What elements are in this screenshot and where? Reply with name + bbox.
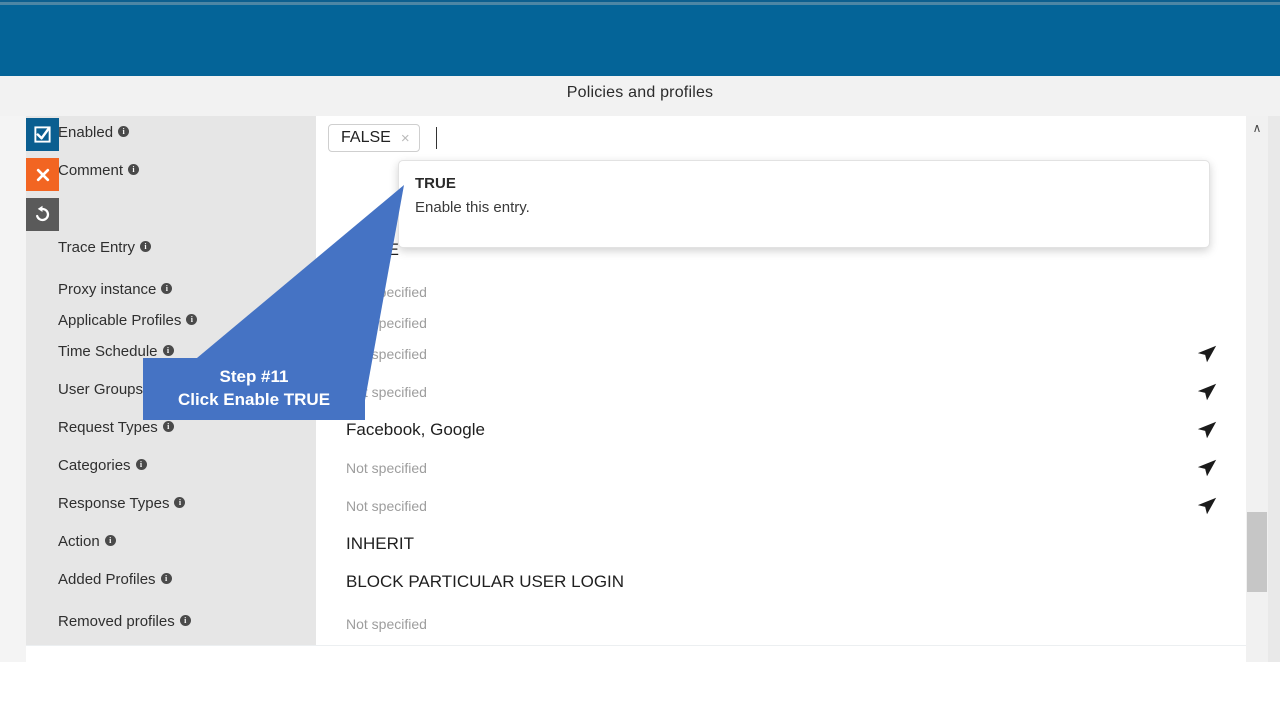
callout-step-annotation: Step #11 Click Enable TRUE <box>143 358 365 420</box>
field-value-text: Not specified <box>346 460 427 476</box>
field-value-text: FALSE <box>346 240 399 259</box>
field-value[interactable]: Not specified <box>316 304 1254 335</box>
field-label-text: Added Profiles <box>58 571 156 588</box>
callout-line-1: Step #11 <box>219 367 289 387</box>
selected-tag-label: FALSE <box>341 129 391 146</box>
form-row: Added Profiles i BLOCK PARTICULAR USER LOG… <box>26 563 1254 606</box>
field-value[interactable]: Not specified <box>316 273 1254 304</box>
scroll-up-icon[interactable]: ∧ <box>1246 118 1268 138</box>
field-label: Response Types i <box>26 487 316 525</box>
dropdown-option-true-description: Enable this entry. <box>415 199 530 216</box>
field-value[interactable]: BLOCK PARTICULAR USER LOGIN <box>316 563 1254 605</box>
text-cursor <box>435 127 437 149</box>
info-icon[interactable]: i <box>118 126 130 137</box>
vertical-scrollbar[interactable]: ∧ <box>1246 116 1268 662</box>
info-icon[interactable]: i <box>174 497 186 508</box>
scrollbar-thumb[interactable] <box>1247 512 1267 592</box>
callout-line-2: Click Enable TRUE <box>177 390 331 409</box>
field-value[interactable]: Not specified <box>316 335 1254 373</box>
info-icon[interactable]: i <box>160 573 172 584</box>
field-label-text: Applicable Profiles <box>58 312 182 329</box>
field-label: Action i <box>26 525 316 563</box>
field-label-text: Removed profiles <box>58 613 175 630</box>
send-icon[interactable] <box>1196 343 1218 365</box>
info-icon[interactable]: i <box>186 314 198 325</box>
dropdown-option-true-title[interactable]: TRUE <box>415 175 1209 192</box>
row-action-toolbar <box>26 118 80 238</box>
apply-checkbox-button[interactable] <box>26 118 59 151</box>
panel-right-edge <box>1268 116 1280 662</box>
field-value-text: INHERIT <box>346 534 414 553</box>
info-icon[interactable]: i <box>162 345 174 356</box>
enabled-tag-input[interactable]: FALSE × <box>316 116 1254 154</box>
field-label: Applicable Profiles i <box>26 304 316 335</box>
field-value-text: BLOCK PARTICULAR USER LOGIN <box>346 572 625 591</box>
page-title: Policies and profiles <box>566 84 714 101</box>
form-row: Removed profiles i Not specified <box>26 605 1254 646</box>
field-value[interactable]: Not specified <box>316 605 1254 645</box>
field-value-text: Not specified <box>346 616 427 632</box>
enabled-autocomplete-dropdown[interactable]: TRUE Enable this entry. <box>398 160 1210 248</box>
field-value-text: Not specified <box>346 315 427 331</box>
send-icon[interactable] <box>1196 381 1218 403</box>
info-icon[interactable]: i <box>135 459 147 470</box>
remove-tag-icon[interactable]: × <box>401 130 410 147</box>
form-row: Categories i Not specified <box>26 449 1254 488</box>
form-row: Response Types i Not specified <box>26 487 1254 526</box>
app-root: Policies and profiles Enabled i FALSE × Comm… <box>0 0 1280 720</box>
field-value[interactable]: Not specified <box>316 373 1254 411</box>
field-label-text: Categories <box>58 457 131 474</box>
info-icon[interactable]: i <box>104 535 116 546</box>
field-value[interactable]: Facebook, Google <box>316 411 1254 449</box>
field-value-text: Not specified <box>346 284 427 300</box>
form-row: Action i INHERIT <box>26 525 1254 564</box>
send-icon[interactable] <box>1196 419 1218 441</box>
left-rail <box>0 116 27 662</box>
field-label: Categories i <box>26 449 316 487</box>
field-value[interactable]: INHERIT <box>316 525 1254 563</box>
field-label: Added Profiles i <box>26 563 316 605</box>
field-label: Proxy instance i <box>26 273 316 304</box>
field-label-text: Action <box>58 533 100 550</box>
form-row: Applicable Profiles i Not specified <box>26 304 1254 336</box>
revert-button[interactable] <box>26 198 59 231</box>
info-icon[interactable]: i <box>128 164 140 175</box>
field-value[interactable]: Not specified <box>316 487 1254 525</box>
field-label-text: Proxy instance <box>58 281 157 298</box>
form-row: Enabled i FALSE × <box>26 116 1254 155</box>
field-label: Removed profiles i <box>26 605 316 645</box>
field-value[interactable]: Not specified <box>316 449 1254 487</box>
form-row: Proxy instance i Not specified <box>26 273 1254 305</box>
info-icon[interactable]: i <box>139 241 151 252</box>
field-value-text: Facebook, Google <box>346 420 485 439</box>
selected-tag[interactable]: FALSE × <box>328 124 420 152</box>
send-icon[interactable] <box>1196 495 1218 517</box>
send-icon[interactable] <box>1196 457 1218 479</box>
checkbox-check-icon <box>34 126 51 143</box>
app-header-bar <box>0 0 1280 78</box>
field-label-text: Trace Entry <box>58 239 135 256</box>
field-value-text: Not specified <box>346 498 427 514</box>
field-label-text: Request Types <box>58 419 158 436</box>
undo-arrow-icon <box>36 205 50 222</box>
field-value[interactable]: FALSE × <box>316 116 1254 154</box>
field-label-text: Response Types <box>58 495 170 512</box>
info-icon[interactable]: i <box>179 615 191 626</box>
cancel-button[interactable] <box>26 158 59 191</box>
info-icon[interactable]: i <box>162 421 174 432</box>
close-x-icon <box>36 168 49 181</box>
header-top-shade <box>0 2 1280 5</box>
page-title-bar: Policies and profiles <box>0 76 1280 116</box>
field-label-text: User Groups <box>58 381 144 398</box>
info-icon[interactable]: i <box>161 283 173 294</box>
